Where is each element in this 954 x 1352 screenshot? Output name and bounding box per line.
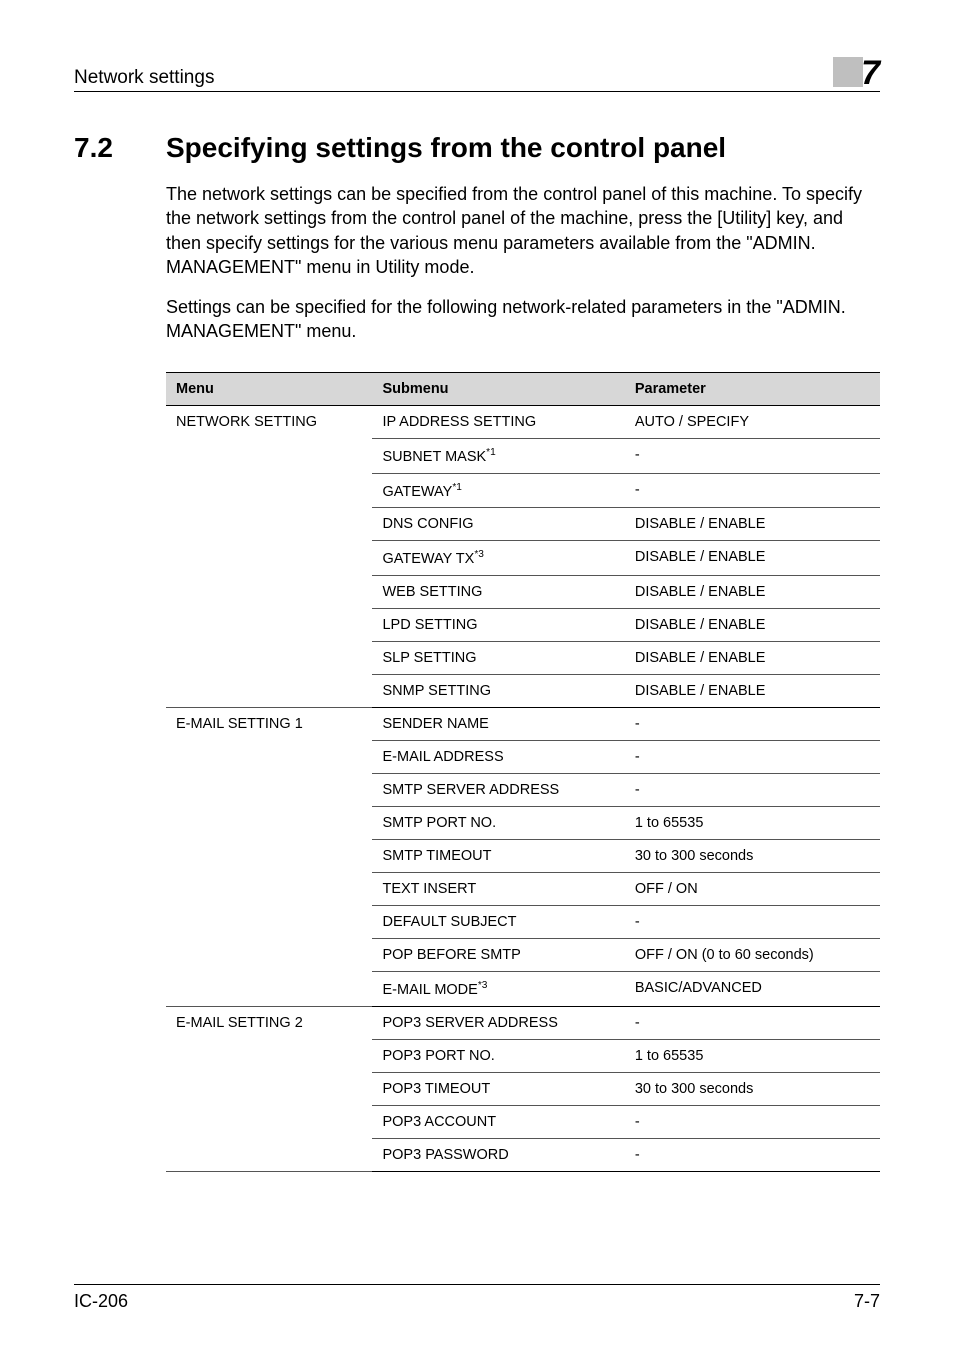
submenu-cell: IP ADDRESS SETTING [372,405,624,438]
parameter-cell: - [625,438,880,473]
page-footer: IC-206 7-7 [74,1284,880,1312]
section-number: 7.2 [74,132,166,164]
parameter-cell: - [625,1007,880,1040]
section-title-row: 7.2 Specifying settings from the control… [74,132,880,164]
submenu-cell: DNS CONFIG [372,508,624,541]
col-parameter: Parameter [625,372,880,405]
table-header-row: Menu Submenu Parameter [166,372,880,405]
submenu-cell: LPD SETTING [372,609,624,642]
table-row: NETWORK SETTINGIP ADDRESS SETTINGAUTO / … [166,405,880,438]
submenu-cell: DEFAULT SUBJECT [372,906,624,939]
footer-left: IC-206 [74,1291,128,1312]
chapter-number: 7 [861,54,880,93]
footnote-sup: *1 [486,447,496,458]
parameter-cell: - [625,774,880,807]
parameter-cell: AUTO / SPECIFY [625,405,880,438]
table-row: E-MAIL SETTING 2POP3 SERVER ADDRESS- [166,1007,880,1040]
section-title: Specifying settings from the control pan… [166,132,726,164]
submenu-cell: POP BEFORE SMTP [372,939,624,972]
submenu-cell: POP3 SERVER ADDRESS [372,1007,624,1040]
menu-cell: E-MAIL SETTING 2 [166,1007,372,1172]
paragraph-2: Settings can be specified for the follow… [166,295,880,344]
menu-cell: NETWORK SETTING [166,405,372,707]
parameter-cell: OFF / ON (0 to 60 seconds) [625,939,880,972]
submenu-cell: POP3 PASSWORD [372,1139,624,1172]
parameter-cell: DISABLE / ENABLE [625,642,880,675]
submenu-cell: SMTP SERVER ADDRESS [372,774,624,807]
parameter-cell: - [625,473,880,508]
parameter-cell: DISABLE / ENABLE [625,609,880,642]
parameter-cell: DISABLE / ENABLE [625,508,880,541]
parameter-cell: - [625,708,880,741]
page-header: Network settings 7 [74,54,880,92]
parameter-cell: 30 to 300 seconds [625,1073,880,1106]
submenu-cell: E-MAIL MODE*3 [372,972,624,1007]
footer-right: 7-7 [854,1291,880,1312]
parameter-cell: DISABLE / ENABLE [625,576,880,609]
parameter-cell: DISABLE / ENABLE [625,675,880,708]
submenu-cell: SLP SETTING [372,642,624,675]
footnote-sup: *1 [452,482,462,493]
paragraph-1: The network settings can be specified fr… [166,182,880,279]
submenu-cell: SENDER NAME [372,708,624,741]
submenu-cell: GATEWAY*1 [372,473,624,508]
parameter-cell: BASIC/ADVANCED [625,972,880,1007]
parameter-cell: - [625,906,880,939]
parameter-cell: - [625,1139,880,1172]
submenu-cell: POP3 TIMEOUT [372,1073,624,1106]
chapter-decor [833,57,863,87]
submenu-cell: SNMP SETTING [372,675,624,708]
parameter-cell: - [625,1106,880,1139]
submenu-cell: SUBNET MASK*1 [372,438,624,473]
submenu-cell: TEXT INSERT [372,873,624,906]
parameter-cell: DISABLE / ENABLE [625,541,880,576]
table-row: E-MAIL SETTING 1SENDER NAME- [166,708,880,741]
col-submenu: Submenu [372,372,624,405]
submenu-cell: GATEWAY TX*3 [372,541,624,576]
footnote-sup: *3 [474,549,484,560]
menu-cell: E-MAIL SETTING 1 [166,708,372,1007]
submenu-cell: SMTP PORT NO. [372,807,624,840]
submenu-cell: SMTP TIMEOUT [372,840,624,873]
header-chapter-block: 7 [833,54,880,89]
parameter-cell: - [625,741,880,774]
submenu-cell: WEB SETTING [372,576,624,609]
col-menu: Menu [166,372,372,405]
parameter-cell: OFF / ON [625,873,880,906]
submenu-cell: POP3 ACCOUNT [372,1106,624,1139]
parameter-cell: 1 to 65535 [625,807,880,840]
submenu-cell: E-MAIL ADDRESS [372,741,624,774]
settings-table: Menu Submenu Parameter NETWORK SETTINGIP… [166,372,880,1172]
submenu-cell: POP3 PORT NO. [372,1040,624,1073]
header-section-label: Network settings [74,67,214,89]
parameter-cell: 30 to 300 seconds [625,840,880,873]
footnote-sup: *3 [478,980,488,991]
parameter-cell: 1 to 65535 [625,1040,880,1073]
